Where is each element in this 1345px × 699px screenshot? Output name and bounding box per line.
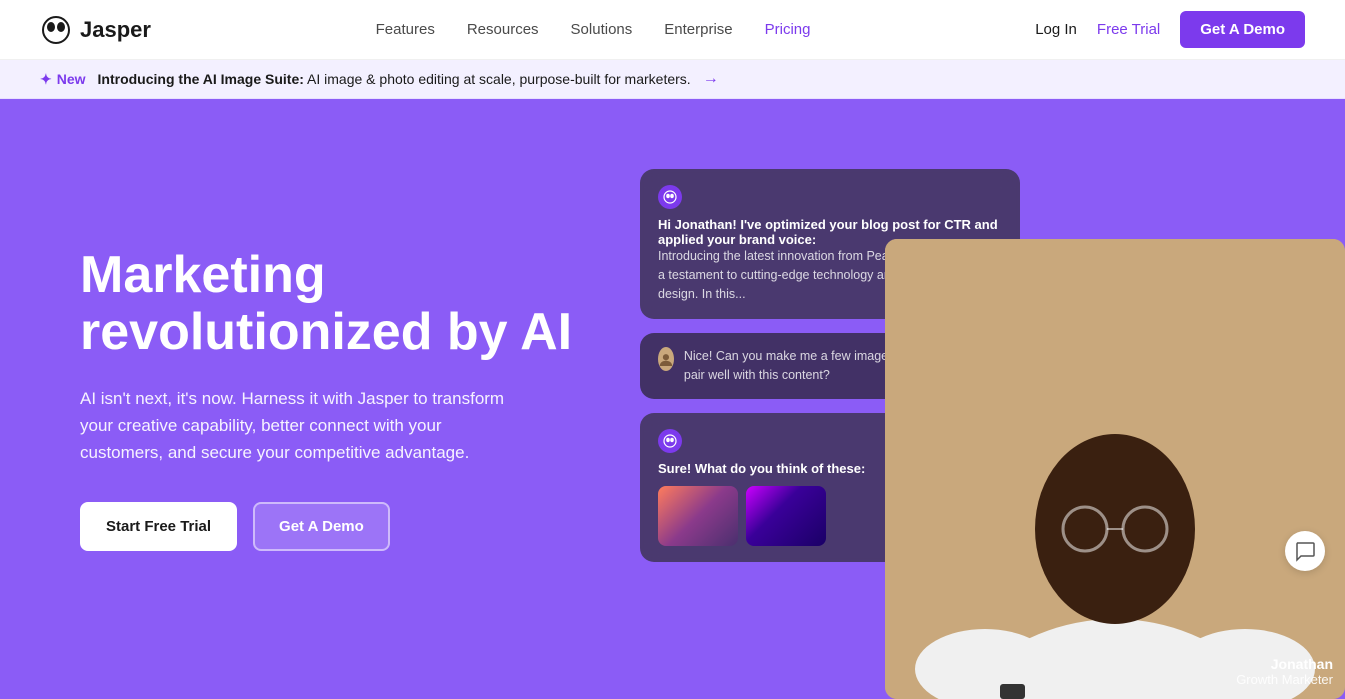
navbar-actions: Log In Free Trial Get A Demo xyxy=(1035,11,1305,48)
jasper-avatar-3 xyxy=(658,429,682,453)
logo[interactable]: Jasper xyxy=(40,14,151,46)
announcement-arrow[interactable]: → xyxy=(703,70,719,88)
announcement-bar: ✦ New Introducing the AI Image Suite: AI… xyxy=(0,60,1345,99)
get-demo-hero-button[interactable]: Get A Demo xyxy=(253,502,390,551)
nav-links: Features Resources Solutions Enterprise … xyxy=(376,21,811,39)
announcement-text: Introducing the AI Image Suite: AI image… xyxy=(98,71,691,87)
chat-icon xyxy=(1294,540,1316,562)
nav-solutions[interactable]: Solutions xyxy=(571,21,633,38)
person-photo: Jonathan Growth Marketer xyxy=(885,239,1345,699)
free-trial-button[interactable]: Free Trial xyxy=(1097,21,1160,38)
nav-enterprise[interactable]: Enterprise xyxy=(664,21,732,38)
hero-section: Marketing revolutionized by AI AI isn't … xyxy=(0,99,1345,699)
navbar: Jasper Features Resources Solutions Ente… xyxy=(0,0,1345,60)
hero-buttons: Start Free Trial Get A Demo xyxy=(80,502,600,551)
nav-features[interactable]: Features xyxy=(376,21,435,38)
chat-image-2 xyxy=(746,486,826,546)
jasper-avatar-1 xyxy=(658,185,682,209)
login-button[interactable]: Log In xyxy=(1035,21,1077,38)
person-label: Jonathan Growth Marketer xyxy=(1236,656,1333,687)
jasper-logo-icon xyxy=(40,14,72,46)
get-demo-nav-button[interactable]: Get A Demo xyxy=(1180,11,1305,48)
sparkle-icon: ✦ xyxy=(40,71,52,88)
chat-bubble-1-header xyxy=(658,185,1002,209)
nav-pricing[interactable]: Pricing xyxy=(765,21,811,38)
person-silhouette-svg xyxy=(885,239,1345,699)
hero-right: Hi Jonathan! I've optimized your blog po… xyxy=(640,159,1285,639)
chat-widget-icon[interactable] xyxy=(1285,531,1325,571)
hero-subtitle: AI isn't next, it's now. Harness it with… xyxy=(80,385,510,467)
hero-title: Marketing revolutionized by AI xyxy=(80,247,600,361)
person-role: Growth Marketer xyxy=(1236,672,1333,687)
user-avatar xyxy=(658,347,674,371)
person-name: Jonathan xyxy=(1236,656,1333,672)
chat-image-1 xyxy=(658,486,738,546)
logo-text: Jasper xyxy=(80,17,151,43)
hero-content: Marketing revolutionized by AI AI isn't … xyxy=(80,247,600,552)
announcement-new-badge: ✦ New xyxy=(40,71,86,88)
nav-resources[interactable]: Resources xyxy=(467,21,539,38)
start-free-trial-button[interactable]: Start Free Trial xyxy=(80,502,237,551)
